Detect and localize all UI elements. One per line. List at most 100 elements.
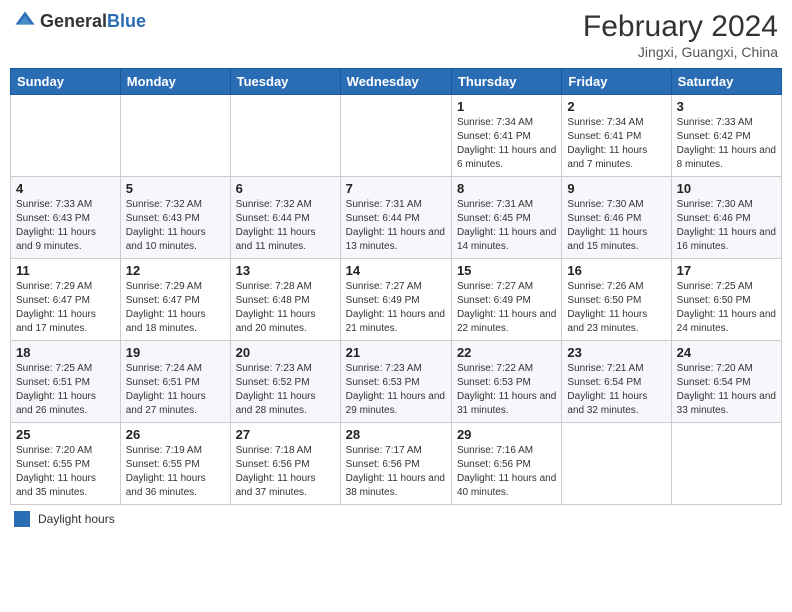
day-number: 10 xyxy=(677,181,776,196)
calendar-cell xyxy=(671,423,781,505)
calendar-cell: 26 Sunrise: 7:19 AM Sunset: 6:55 PM Dayli… xyxy=(120,423,230,505)
calendar-week-row: 1 Sunrise: 7:34 AM Sunset: 6:41 PM Daylig… xyxy=(11,95,782,177)
day-number: 13 xyxy=(236,263,335,278)
day-number: 16 xyxy=(567,263,665,278)
calendar-cell: 14 Sunrise: 7:27 AM Sunset: 6:49 PM Dayli… xyxy=(340,259,451,341)
logo-text-general: General xyxy=(40,11,107,31)
calendar-cell: 1 Sunrise: 7:34 AM Sunset: 6:41 PM Daylig… xyxy=(451,95,561,177)
calendar-cell: 5 Sunrise: 7:32 AM Sunset: 6:43 PM Daylig… xyxy=(120,177,230,259)
day-info: Sunrise: 7:21 AM Sunset: 6:54 PM Dayligh… xyxy=(567,362,665,418)
logo-text-blue: Blue xyxy=(107,11,146,31)
calendar-cell: 13 Sunrise: 7:28 AM Sunset: 6:48 PM Dayli… xyxy=(230,259,340,341)
day-number: 28 xyxy=(346,427,446,442)
day-info: Sunrise: 7:20 AM Sunset: 6:54 PM Dayligh… xyxy=(677,362,776,418)
calendar-cell: 17Sunrise: 7:25 AM Sunset: 6:50 PM Dayli… xyxy=(671,259,781,341)
day-number: 12 xyxy=(126,263,225,278)
calendar-cell: 25 Sunrise: 7:20 AM Sunset: 6:55 PM Dayli… xyxy=(11,423,121,505)
day-info: Sunrise: 7:18 AM Sunset: 6:56 PM Dayligh… xyxy=(236,444,335,500)
day-info: Sunrise: 7:27 AM Sunset: 6:49 PM Dayligh… xyxy=(457,280,556,336)
calendar-week-row: 11 Sunrise: 7:29 AM Sunset: 6:47 PM Dayli… xyxy=(11,259,782,341)
day-number: 1 xyxy=(457,99,556,114)
day-number: 14 xyxy=(346,263,446,278)
calendar-cell: 4 Sunrise: 7:33 AM Sunset: 6:43 PM Daylig… xyxy=(11,177,121,259)
calendar-cell: 8 Sunrise: 7:31 AM Sunset: 6:45 PM Daylig… xyxy=(451,177,561,259)
day-info: Sunrise: 7:29 AM Sunset: 6:47 PM Dayligh… xyxy=(16,280,115,336)
weekday-header-thursday: Thursday xyxy=(451,69,561,95)
day-info: Sunrise: 7:29 AM Sunset: 6:47 PM Dayligh… xyxy=(126,280,225,336)
calendar-footer: Daylight hours xyxy=(10,511,782,527)
day-info: Sunrise: 7:23 AM Sunset: 6:52 PM Dayligh… xyxy=(236,362,335,418)
day-number: 15 xyxy=(457,263,556,278)
weekday-header-saturday: Saturday xyxy=(671,69,781,95)
calendar-table: SundayMondayTuesdayWednesdayThursdayFrid… xyxy=(10,68,782,505)
day-number: 9 xyxy=(567,181,665,196)
day-number: 11 xyxy=(16,263,115,278)
day-info: Sunrise: 7:33 AM Sunset: 6:43 PM Dayligh… xyxy=(16,198,115,254)
calendar-cell: 2Sunrise: 7:34 AM Sunset: 6:41 PM Daylig… xyxy=(562,95,671,177)
day-info: Sunrise: 7:27 AM Sunset: 6:49 PM Dayligh… xyxy=(346,280,446,336)
day-number: 8 xyxy=(457,181,556,196)
weekday-header-sunday: Sunday xyxy=(11,69,121,95)
day-number: 26 xyxy=(126,427,225,442)
calendar-cell xyxy=(11,95,121,177)
calendar-week-row: 4 Sunrise: 7:33 AM Sunset: 6:43 PM Daylig… xyxy=(11,177,782,259)
calendar-cell: 20 Sunrise: 7:23 AM Sunset: 6:52 PM Dayli… xyxy=(230,341,340,423)
calendar-cell: 3 Sunrise: 7:33 AM Sunset: 6:42 PM Daylig… xyxy=(671,95,781,177)
calendar-cell: 28 Sunrise: 7:17 AM Sunset: 6:56 PM Dayli… xyxy=(340,423,451,505)
day-number: 7 xyxy=(346,181,446,196)
day-number: 23 xyxy=(567,345,665,360)
day-info: Sunrise: 7:33 AM Sunset: 6:42 PM Dayligh… xyxy=(677,116,776,172)
day-number: 20 xyxy=(236,345,335,360)
day-number: 3 xyxy=(677,99,776,114)
title-block: February 2024 Jingxi, Guangxi, China xyxy=(583,10,778,60)
day-number: 25 xyxy=(16,427,115,442)
calendar-cell: 6Sunrise: 7:32 AM Sunset: 6:44 PM Daylig… xyxy=(230,177,340,259)
calendar-cell: 21Sunrise: 7:23 AM Sunset: 6:53 PM Dayli… xyxy=(340,341,451,423)
day-info: Sunrise: 7:34 AM Sunset: 6:41 PM Dayligh… xyxy=(457,116,556,172)
day-info: Sunrise: 7:22 AM Sunset: 6:53 PM Dayligh… xyxy=(457,362,556,418)
calendar-cell: 12 Sunrise: 7:29 AM Sunset: 6:47 PM Dayli… xyxy=(120,259,230,341)
day-info: Sunrise: 7:32 AM Sunset: 6:43 PM Dayligh… xyxy=(126,198,225,254)
weekday-header-monday: Monday xyxy=(120,69,230,95)
day-info: Sunrise: 7:17 AM Sunset: 6:56 PM Dayligh… xyxy=(346,444,446,500)
day-number: 18 xyxy=(16,345,115,360)
day-number: 19 xyxy=(126,345,225,360)
day-number: 17 xyxy=(677,263,776,278)
day-info: Sunrise: 7:32 AM Sunset: 6:44 PM Dayligh… xyxy=(236,198,335,254)
calendar-cell xyxy=(120,95,230,177)
weekday-header-friday: Friday xyxy=(562,69,671,95)
calendar-cell: 11 Sunrise: 7:29 AM Sunset: 6:47 PM Dayli… xyxy=(11,259,121,341)
calendar-cell: 15 Sunrise: 7:27 AM Sunset: 6:49 PM Dayli… xyxy=(451,259,561,341)
day-info: Sunrise: 7:19 AM Sunset: 6:55 PM Dayligh… xyxy=(126,444,225,500)
daylight-swatch xyxy=(14,511,30,527)
day-info: Sunrise: 7:26 AM Sunset: 6:50 PM Dayligh… xyxy=(567,280,665,336)
daylight-label: Daylight hours xyxy=(38,512,115,526)
day-info: Sunrise: 7:31 AM Sunset: 6:45 PM Dayligh… xyxy=(457,198,556,254)
calendar-cell: 23 Sunrise: 7:21 AM Sunset: 6:54 PM Dayli… xyxy=(562,341,671,423)
logo: GeneralBlue xyxy=(14,10,146,32)
logo-icon xyxy=(14,10,36,32)
day-number: 2 xyxy=(567,99,665,114)
calendar-cell xyxy=(230,95,340,177)
calendar-header-row: SundayMondayTuesdayWednesdayThursdayFrid… xyxy=(11,69,782,95)
calendar-cell: 16 Sunrise: 7:26 AM Sunset: 6:50 PM Dayli… xyxy=(562,259,671,341)
day-info: Sunrise: 7:25 AM Sunset: 6:51 PM Dayligh… xyxy=(16,362,115,418)
weekday-header-wednesday: Wednesday xyxy=(340,69,451,95)
calendar-cell: 29Sunrise: 7:16 AM Sunset: 6:56 PM Dayli… xyxy=(451,423,561,505)
day-info: Sunrise: 7:20 AM Sunset: 6:55 PM Dayligh… xyxy=(16,444,115,500)
day-info: Sunrise: 7:24 AM Sunset: 6:51 PM Dayligh… xyxy=(126,362,225,418)
calendar-body: 1 Sunrise: 7:34 AM Sunset: 6:41 PM Daylig… xyxy=(11,95,782,505)
day-number: 4 xyxy=(16,181,115,196)
location-subtitle: Jingxi, Guangxi, China xyxy=(583,44,778,60)
calendar-cell: 9Sunrise: 7:30 AM Sunset: 6:46 PM Daylig… xyxy=(562,177,671,259)
calendar-cell: 10 Sunrise: 7:30 AM Sunset: 6:46 PM Dayli… xyxy=(671,177,781,259)
day-number: 22 xyxy=(457,345,556,360)
day-number: 5 xyxy=(126,181,225,196)
day-info: Sunrise: 7:30 AM Sunset: 6:46 PM Dayligh… xyxy=(677,198,776,254)
day-info: Sunrise: 7:23 AM Sunset: 6:53 PM Dayligh… xyxy=(346,362,446,418)
day-number: 27 xyxy=(236,427,335,442)
calendar-cell xyxy=(340,95,451,177)
day-info: Sunrise: 7:28 AM Sunset: 6:48 PM Dayligh… xyxy=(236,280,335,336)
calendar-cell: 27 Sunrise: 7:18 AM Sunset: 6:56 PM Dayli… xyxy=(230,423,340,505)
calendar-cell: 19 Sunrise: 7:24 AM Sunset: 6:51 PM Dayli… xyxy=(120,341,230,423)
